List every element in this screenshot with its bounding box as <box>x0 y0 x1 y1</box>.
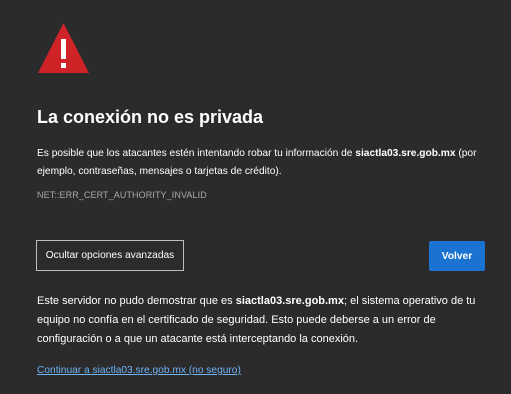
advanced-details: Este servidor no pudo demostrar que es s… <box>37 292 497 349</box>
page-title: La conexión no es privada <box>37 107 264 127</box>
proceed-unsafe-link[interactable]: Continuar a siactla03.sre.gob.mx (no seg… <box>37 365 241 376</box>
warning-description: Es posible que los atacantes estén inten… <box>37 145 492 181</box>
description-host: siactla03.sre.gob.mx <box>355 148 456 159</box>
interstitial-page: La conexión no es privada Es posible que… <box>0 0 511 394</box>
description-text: Es posible que los atacantes estén inten… <box>37 148 356 159</box>
hide-advanced-button[interactable]: Ocultar opciones avanzadas <box>36 240 184 271</box>
error-code[interactable]: NET::ERR_CERT_AUTHORITY_INVALID <box>37 190 207 200</box>
back-to-safety-button[interactable]: Volver <box>429 241 485 271</box>
details-host: siactla03.sre.gob.mx <box>235 295 344 307</box>
warning-triangle-icon <box>38 23 89 73</box>
details-text: Este servidor no pudo demostrar que es <box>37 295 236 307</box>
